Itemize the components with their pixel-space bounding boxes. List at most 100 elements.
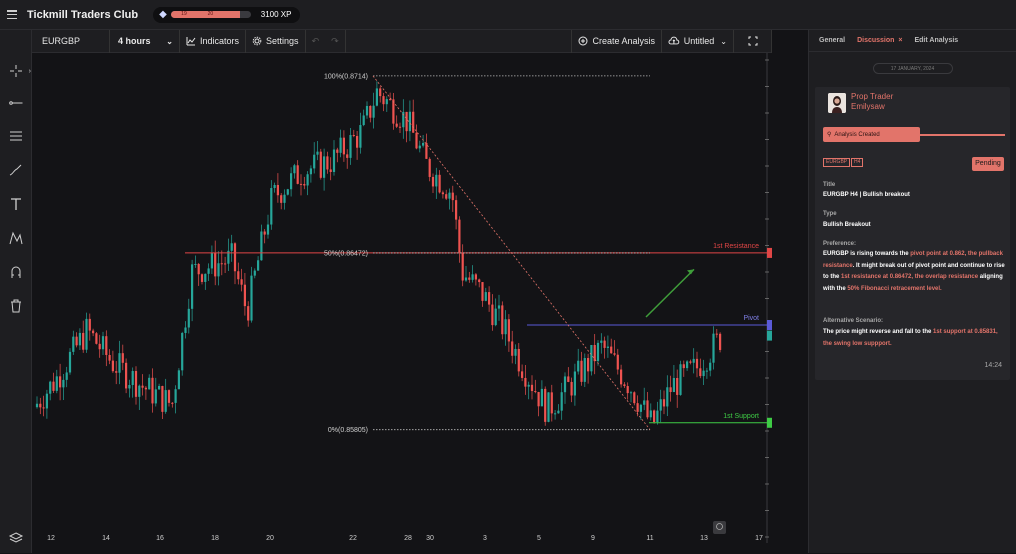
- candle-body[interactable]: [715, 333, 718, 335]
- candle-body[interactable]: [580, 360, 583, 382]
- candle-body[interactable]: [662, 399, 666, 407]
- candle-body[interactable]: [695, 358, 699, 369]
- candle-body[interactable]: [276, 185, 279, 196]
- candle-body[interactable]: [319, 151, 322, 178]
- pending-status-button[interactable]: Pending: [972, 157, 1004, 171]
- candle-body[interactable]: [669, 387, 672, 393]
- candle-body[interactable]: [511, 341, 514, 356]
- tab-general[interactable]: General: [819, 37, 845, 44]
- candle-body[interactable]: [656, 410, 659, 423]
- candle-body[interactable]: [719, 333, 722, 350]
- candle-body[interactable]: [441, 192, 444, 195]
- candle-body[interactable]: [55, 376, 58, 391]
- candle-body[interactable]: [332, 149, 336, 172]
- candle-body[interactable]: [593, 344, 596, 362]
- trend-line-icon[interactable]: [0, 87, 32, 119]
- candle-body[interactable]: [240, 279, 243, 285]
- candle-body[interactable]: [35, 403, 39, 408]
- lightbulb-icon[interactable]: [713, 521, 726, 534]
- candle-body[interactable]: [481, 282, 484, 301]
- candle-body[interactable]: [293, 165, 296, 174]
- candle-body[interactable]: [557, 410, 560, 414]
- candle-body[interactable]: [174, 389, 177, 403]
- candle-body[interactable]: [676, 377, 679, 395]
- candle-body[interactable]: [253, 270, 256, 276]
- candle-body[interactable]: [567, 376, 570, 382]
- candle-body[interactable]: [148, 377, 151, 390]
- candle-body[interactable]: [623, 384, 626, 387]
- xp-indicator[interactable]: ◆ 19 20 3100 XP: [153, 6, 301, 23]
- candle-body[interactable]: [379, 88, 382, 97]
- candle-body[interactable]: [346, 154, 349, 158]
- candle-body[interactable]: [266, 224, 270, 235]
- candle-body[interactable]: [144, 387, 147, 390]
- candle-body[interactable]: [323, 156, 326, 178]
- candle-body[interactable]: [468, 277, 471, 280]
- candle-body[interactable]: [405, 111, 408, 132]
- avatar[interactable]: [828, 93, 846, 113]
- candle-body[interactable]: [352, 134, 355, 137]
- symbol-selector[interactable]: EURGBP: [32, 29, 110, 53]
- candle-body[interactable]: [171, 402, 174, 404]
- candle-body[interactable]: [445, 194, 448, 199]
- candle-body[interactable]: [692, 358, 695, 363]
- candle-body[interactable]: [497, 305, 501, 309]
- candle-body[interactable]: [250, 275, 253, 321]
- candle-body[interactable]: [537, 392, 540, 407]
- candle-body[interactable]: [138, 385, 141, 397]
- candle-body[interactable]: [356, 136, 359, 148]
- analysis-created-button[interactable]: ⚲ Analysis Created: [823, 127, 920, 142]
- user-role[interactable]: Prop Trader: [851, 92, 893, 101]
- candle-body[interactable]: [398, 126, 402, 128]
- candle-body[interactable]: [118, 353, 121, 373]
- candle-body[interactable]: [197, 263, 200, 275]
- candle-body[interactable]: [45, 393, 48, 409]
- candle-body[interactable]: [488, 292, 491, 305]
- tab-discussion[interactable]: Discussion ×: [857, 37, 902, 44]
- candle-body[interactable]: [365, 105, 369, 116]
- candle-body[interactable]: [68, 351, 72, 373]
- candle-body[interactable]: [521, 371, 524, 378]
- candle-body[interactable]: [583, 358, 586, 382]
- candle-body[interactable]: [573, 371, 576, 396]
- indicators-button[interactable]: Indicators: [180, 29, 247, 53]
- candle-body[interactable]: [217, 263, 220, 277]
- candle-body[interactable]: [659, 399, 662, 411]
- candle-body[interactable]: [98, 343, 101, 350]
- candle-body[interactable]: [689, 361, 692, 363]
- candle-body[interactable]: [111, 360, 114, 372]
- candle-body[interactable]: [161, 386, 164, 412]
- candle-body[interactable]: [563, 376, 567, 393]
- candle-body[interactable]: [550, 392, 553, 414]
- candle-body[interactable]: [712, 333, 715, 363]
- candle-body[interactable]: [534, 391, 537, 393]
- candle-body[interactable]: [105, 336, 108, 355]
- candle-body[interactable]: [115, 371, 118, 373]
- candle-body[interactable]: [501, 305, 504, 335]
- brush-icon[interactable]: [0, 154, 32, 186]
- candle-body[interactable]: [705, 370, 708, 372]
- candle-body[interactable]: [610, 346, 613, 354]
- candle-body[interactable]: [408, 111, 411, 132]
- candle-body[interactable]: [626, 386, 629, 394]
- candle-body[interactable]: [167, 390, 171, 403]
- candle-body[interactable]: [230, 243, 233, 251]
- candle-body[interactable]: [702, 370, 705, 377]
- candle-body[interactable]: [52, 381, 55, 391]
- candle-body[interactable]: [121, 353, 124, 363]
- candle-body[interactable]: [600, 340, 603, 343]
- candle-body[interactable]: [101, 336, 105, 350]
- candle-body[interactable]: [504, 319, 507, 335]
- candle-body[interactable]: [309, 168, 312, 175]
- candle-body[interactable]: [464, 277, 468, 281]
- candle-body[interactable]: [141, 385, 144, 388]
- magnet-icon[interactable]: [0, 256, 32, 288]
- candle-body[interactable]: [151, 377, 154, 404]
- candle-body[interactable]: [134, 371, 138, 397]
- candle-body[interactable]: [530, 384, 534, 392]
- candle-body[interactable]: [233, 243, 237, 272]
- candle-body[interactable]: [237, 271, 240, 280]
- candle-body[interactable]: [286, 189, 289, 195]
- candle-body[interactable]: [418, 145, 421, 149]
- candle-body[interactable]: [210, 252, 213, 269]
